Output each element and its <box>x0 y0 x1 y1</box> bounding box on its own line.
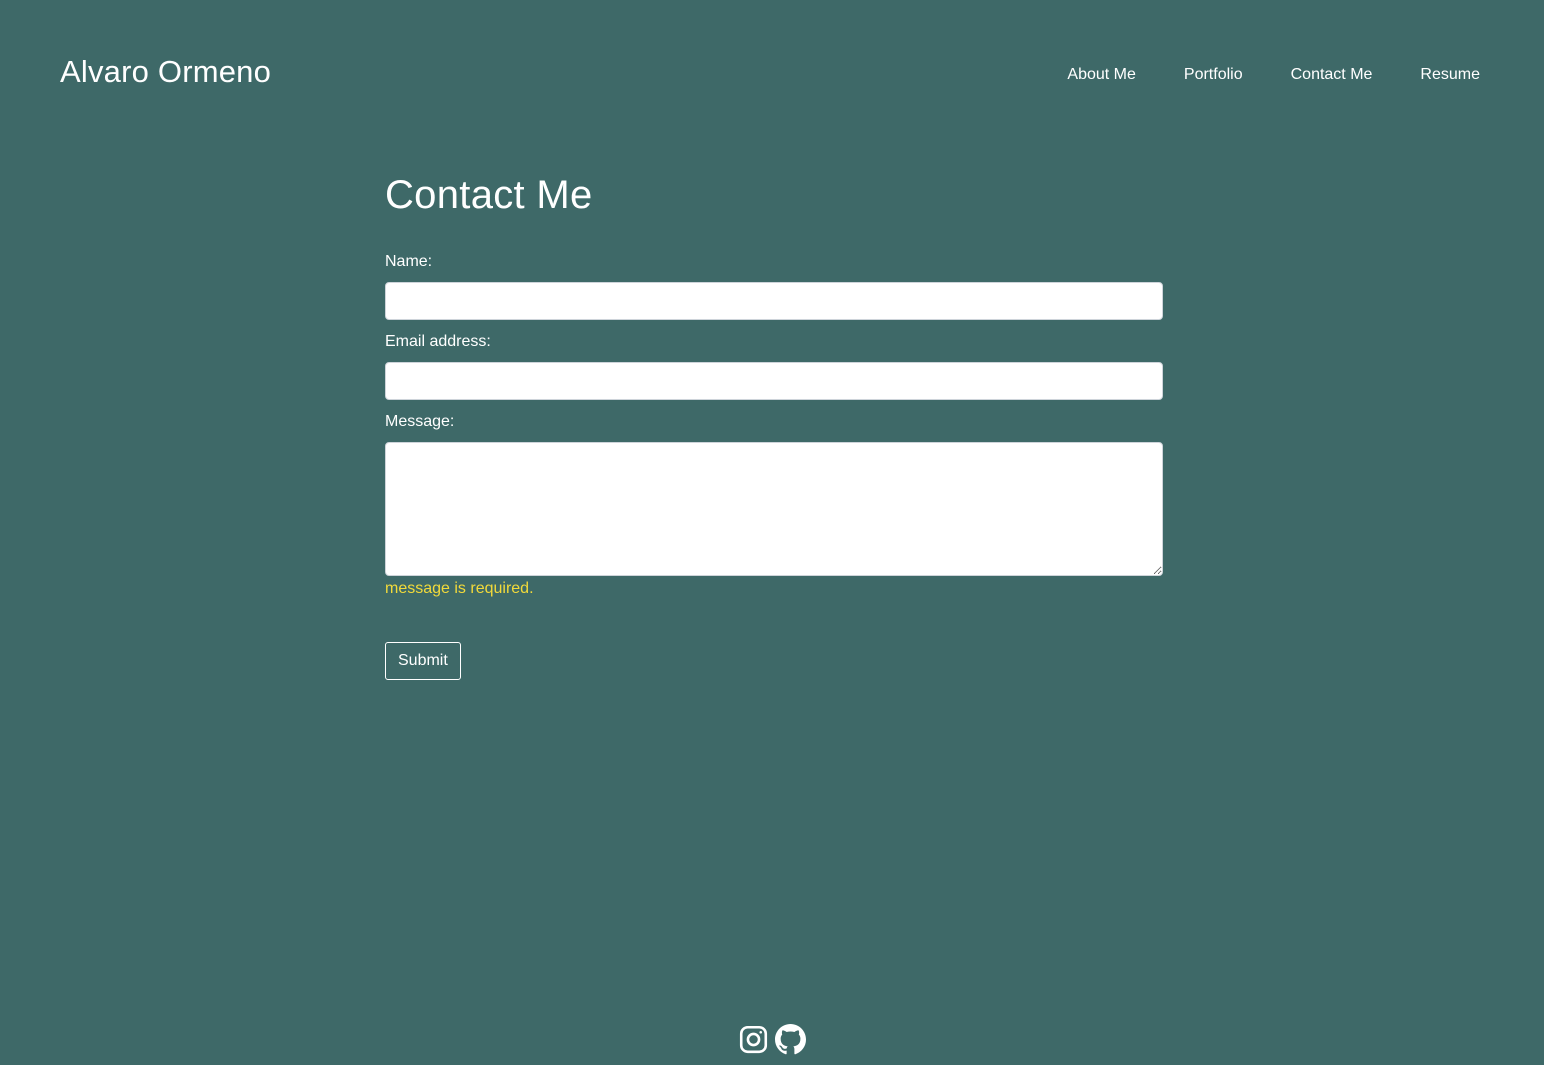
site-header: Alvaro Ormeno About Me Portfolio Contact… <box>0 0 1544 150</box>
instagram-icon <box>739 1025 768 1054</box>
github-link[interactable] <box>775 1020 806 1058</box>
contact-form: Name: Email address: Message: message is… <box>385 252 1163 680</box>
site-footer <box>0 1020 1544 1060</box>
nav-link-resume[interactable]: Resume <box>1420 64 1480 86</box>
message-error-text: message is required. <box>385 580 534 597</box>
main-nav: About Me Portfolio Contact Me Resume <box>1019 64 1480 86</box>
nav-link-about-me[interactable]: About Me <box>1067 64 1135 86</box>
instagram-link[interactable] <box>738 1020 769 1058</box>
nav-link-contact-me[interactable]: Contact Me <box>1291 64 1373 86</box>
submit-button[interactable]: Submit <box>385 642 461 680</box>
nav-link-portfolio[interactable]: Portfolio <box>1184 64 1243 86</box>
email-input[interactable] <box>385 362 1163 400</box>
name-input[interactable] <box>385 282 1163 320</box>
contact-section: Contact Me Name: Email address: Message:… <box>385 170 1163 680</box>
email-label: Email address: <box>385 333 491 350</box>
brand-link[interactable]: Alvaro Ormeno <box>60 52 271 92</box>
page-title: Contact Me <box>385 173 593 217</box>
message-label: Message: <box>385 413 455 430</box>
github-icon <box>775 1024 806 1055</box>
message-textarea[interactable] <box>385 442 1163 576</box>
name-label: Name: <box>385 253 433 270</box>
